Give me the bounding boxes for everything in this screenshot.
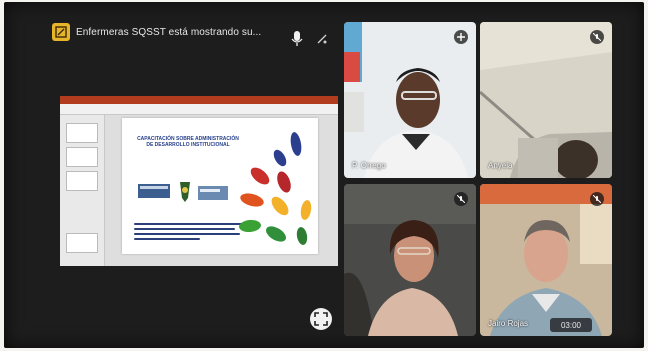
- shared-presentation[interactable]: CAPACITACIÓN SOBRE ADMINISTRACIÓN DE DES…: [60, 96, 338, 266]
- slide-thumbnails: [60, 115, 105, 266]
- participant-name: Jairo Rojas: [488, 319, 529, 328]
- more-icon[interactable]: [316, 32, 328, 44]
- participant-name: Anyela: [488, 161, 513, 170]
- video-tile[interactable]: P. Orrego: [344, 22, 476, 178]
- participant-video: [344, 22, 476, 178]
- presentation-ribbon: [60, 104, 338, 115]
- colorful-swirl-graphic: [239, 132, 312, 245]
- screen-share-icon: [52, 23, 70, 41]
- participant-video: [480, 184, 612, 336]
- participant-video: [480, 22, 612, 178]
- slide-title: CAPACITACIÓN SOBRE ADMINISTRACIÓN DE DES…: [137, 136, 239, 148]
- pin-icon[interactable]: [454, 30, 468, 44]
- current-slide: CAPACITACIÓN SOBRE ADMINISTRACIÓN DE DES…: [122, 118, 318, 254]
- slide-thumbnail: [66, 123, 98, 143]
- presentation-title-bar: [60, 96, 338, 104]
- share-status-text: Enfermeras SQSST está mostrando su...: [76, 26, 262, 38]
- video-tile[interactable]: Anyela: [480, 22, 612, 178]
- microphone-icon[interactable]: [290, 30, 304, 48]
- meeting-timer: 03:00: [550, 318, 592, 332]
- participant-video: [344, 184, 476, 336]
- mic-off-icon: [590, 30, 604, 44]
- slide-thumbnail: [66, 171, 98, 191]
- slide-body-text: [134, 220, 244, 243]
- fullscreen-icon[interactable]: [310, 308, 332, 330]
- meeting-screen: Enfermeras SQSST está mostrando su... CA…: [4, 2, 644, 348]
- slide-thumbnail: [66, 233, 98, 253]
- video-tile[interactable]: Jairo Rojas: [480, 184, 612, 336]
- slide-thumbnail: [66, 147, 98, 167]
- mic-off-icon: [454, 192, 468, 206]
- mic-off-icon: [590, 192, 604, 206]
- participant-name: P. Orrego: [352, 161, 386, 170]
- video-tile[interactable]: [344, 184, 476, 336]
- institution-logos: [138, 182, 228, 202]
